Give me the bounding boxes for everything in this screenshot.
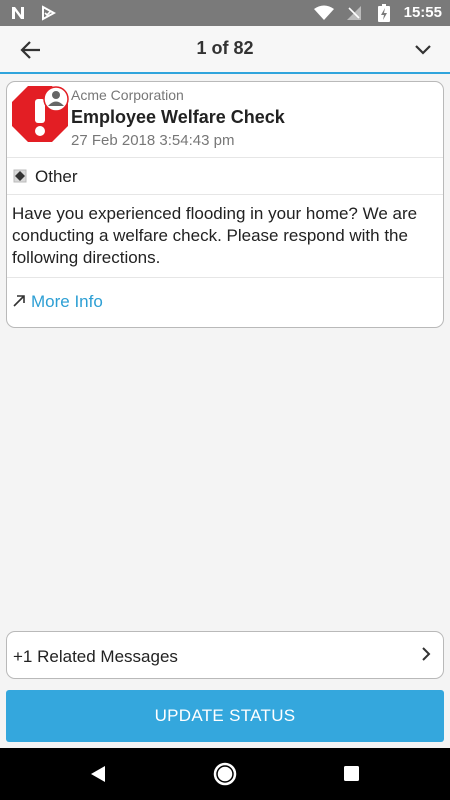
no-signal-icon bbox=[344, 3, 364, 23]
more-info-label[interactable]: More Info bbox=[31, 292, 103, 312]
chevron-down-icon[interactable] bbox=[412, 38, 434, 60]
diamond-icon bbox=[13, 169, 27, 183]
related-messages-row[interactable]: +1 Related Messages bbox=[6, 631, 444, 679]
related-messages-label: +1 Related Messages bbox=[13, 647, 178, 666]
alert-octagon-user-icon bbox=[11, 85, 69, 143]
n-icon bbox=[8, 3, 28, 23]
message-card[interactable]: Acme Corporation Employee Welfare Check … bbox=[6, 81, 444, 328]
message-header: Acme Corporation Employee Welfare Check … bbox=[7, 82, 443, 158]
status-bar: 15:55 bbox=[0, 0, 450, 26]
message-date: 27 Feb 2018 3:54:43 pm bbox=[71, 132, 235, 149]
nav-back-icon[interactable] bbox=[88, 764, 108, 784]
system-nav-bar bbox=[0, 748, 450, 800]
more-info-link[interactable]: More Info bbox=[7, 278, 443, 326]
battery-charging-icon bbox=[374, 3, 394, 23]
wifi-icon bbox=[313, 3, 334, 23]
category-label: Other bbox=[35, 167, 78, 186]
status-time: 15:55 bbox=[403, 4, 442, 21]
pager-title: 1 of 82 bbox=[196, 38, 254, 58]
app-bar: 1 of 82 bbox=[0, 26, 450, 74]
message-subject: Employee Welfare Check bbox=[71, 107, 285, 127]
sender-name: Acme Corporation bbox=[71, 87, 184, 103]
message-category: Other bbox=[7, 158, 443, 195]
message-body: Have you experienced flooding in your ho… bbox=[7, 195, 443, 278]
nav-home-icon[interactable] bbox=[213, 762, 237, 786]
play-protect-icon bbox=[38, 3, 58, 23]
external-link-arrow-icon bbox=[12, 294, 26, 308]
update-status-button[interactable]: UPDATE STATUS bbox=[6, 690, 444, 742]
chevron-right-icon bbox=[417, 645, 435, 663]
nav-recents-icon[interactable] bbox=[343, 765, 360, 782]
